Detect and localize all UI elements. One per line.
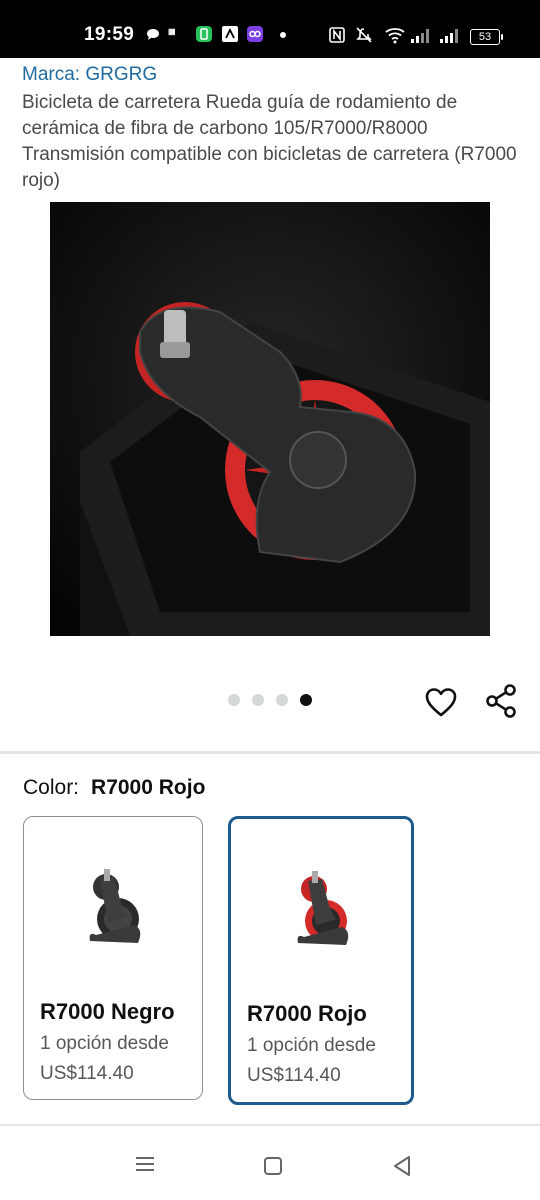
product-image[interactable] [50, 202, 490, 636]
color-option-name: R7000 Negro [40, 999, 175, 1024]
system-nav-bar [0, 1132, 540, 1200]
color-option-rojo[interactable]: R7000 Rojo 1 opción desde US$114.40 [228, 816, 414, 1105]
share-icon[interactable] [483, 683, 519, 719]
section-divider [0, 1124, 540, 1126]
battery-indicator: 53 [470, 29, 503, 45]
heart-icon[interactable] [423, 684, 459, 720]
carousel-dot[interactable] [252, 694, 264, 706]
carousel-dot[interactable] [228, 694, 240, 706]
color-option-thumbnail [78, 857, 148, 957]
carousel-dot[interactable] [276, 694, 288, 706]
a-icon [221, 25, 239, 46]
app-icon [195, 25, 213, 46]
temu-icon: ▦ [168, 27, 176, 36]
chat-bubble-icon [145, 27, 161, 46]
link-icon [246, 25, 264, 46]
carousel-dot-active[interactable] [300, 694, 312, 706]
selected-color-value: R7000 Rojo [91, 776, 206, 799]
status-bar: 19:59 ▦ 53 [0, 0, 540, 58]
signal-icon-2 [439, 28, 461, 47]
menu-icon[interactable] [134, 1154, 156, 1180]
home-square-icon[interactable] [263, 1156, 283, 1182]
color-option-availability: 1 opción desde [247, 1035, 376, 1056]
color-option-name: R7000 Rojo [247, 1001, 367, 1026]
section-divider [0, 751, 540, 754]
image-carousel-dots[interactable] [228, 694, 312, 706]
color-label: Color: [23, 776, 80, 799]
mute-icon [354, 26, 374, 47]
color-option-negro[interactable]: R7000 Negro 1 opción desde US$114.40 [23, 816, 203, 1100]
brand-link[interactable]: Marca: GRGRG [22, 64, 157, 86]
nfc-icon [328, 26, 346, 47]
status-time: 19:59 [84, 24, 135, 45]
back-triangle-icon[interactable] [392, 1155, 412, 1183]
color-option-thumbnail [286, 859, 356, 959]
product-title: Bicicleta de carretera Rueda guía de rod… [22, 92, 517, 191]
color-option-price: US$114.40 [247, 1065, 341, 1086]
color-label-row: Color: R7000 Rojo [23, 776, 205, 800]
color-option-availability: 1 opción desde [40, 1033, 169, 1054]
wifi-icon [384, 26, 406, 47]
dot-icon [279, 28, 287, 42]
signal-icon [410, 28, 432, 47]
color-option-price: US$114.40 [40, 1063, 134, 1084]
